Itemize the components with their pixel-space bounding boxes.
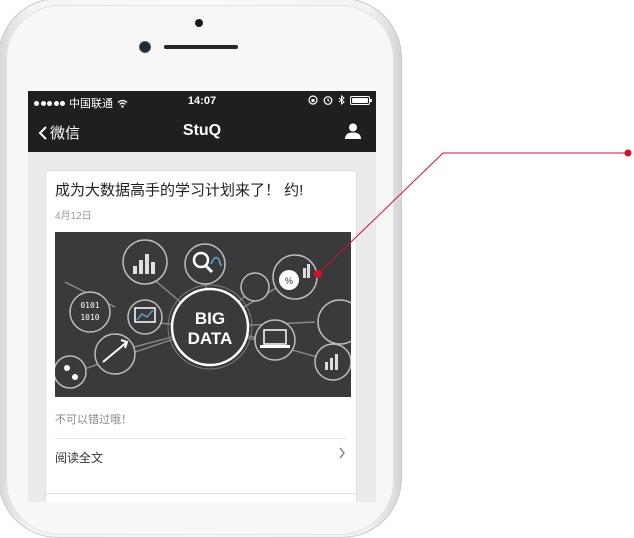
callout-line <box>314 149 632 278</box>
callout-dot <box>624 149 632 157</box>
callout-target-dot <box>314 270 322 278</box>
